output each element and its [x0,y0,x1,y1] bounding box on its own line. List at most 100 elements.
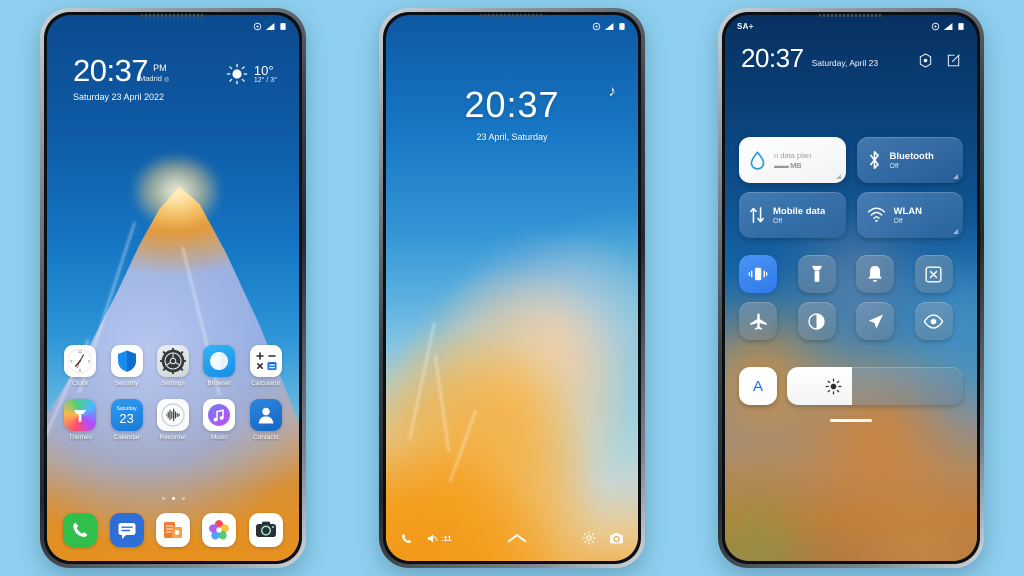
phone-icon[interactable] [63,513,98,547]
gallery-icon[interactable] [202,513,237,547]
cc-header-actions [918,53,961,71]
mobile-data-icon [750,207,764,223]
app-contacts[interactable]: Contacts [243,399,289,441]
tile-title: n data plan [774,150,812,160]
alarm-icon [592,22,601,30]
settings-gear-icon[interactable] [918,53,933,68]
mute-icon [427,533,438,543]
phone-icon[interactable] [400,532,413,545]
lock-date: 23 April, Saturday [476,132,548,142]
brightness-slider[interactable] [787,367,963,405]
data-drop-icon [750,150,765,170]
mute-count: :11 [441,533,452,543]
messages-icon[interactable] [109,513,144,547]
notes-icon[interactable] [155,513,190,547]
tile-title: WLAN [893,205,923,217]
app-music[interactable]: Music [196,399,242,441]
vibrate-icon [748,267,768,281]
camera-icon[interactable] [609,532,624,545]
home-clock-widget[interactable]: 20:37 PM Madrid ◎ Saturday 23 April 2022 [73,55,169,102]
app-label: Browser [207,380,232,387]
app-clock[interactable]: 12 3 6 9 Clock [57,345,103,387]
themes-icon [64,399,97,431]
tile-sub: ▬▬ MB [774,160,802,170]
tile-data-plan[interactable]: n data plan ▬▬ MB [739,137,846,183]
tile-wlan[interactable]: WLAN Off [856,192,963,238]
page-dot-active [171,497,175,500]
home-date: Saturday 23 April 2022 [73,92,165,102]
phone-lock: ♪ 20:37 23 April, Saturday :11 [379,8,645,568]
tile-sub: Off [773,217,783,225]
cc-toggles [739,255,963,340]
toggle-ringer[interactable] [856,255,894,293]
edit-icon[interactable] [946,53,961,68]
home-dock [57,513,289,547]
phone-lock-bezel: ♪ 20:37 23 April, Saturday :11 [383,12,641,564]
auto-brightness-label: A [752,377,763,395]
svg-text:12: 12 [78,350,82,354]
home-city: Madrid ◎ [139,74,170,83]
auto-brightness-icon[interactable]: A [739,367,777,405]
app-themes[interactable]: Themes [57,399,103,441]
battery-icon [619,22,625,30]
phone-control-center: SA+ 20:37 Saturday, April 23 n data plan… [718,8,984,568]
tile-expand-corner[interactable] [953,174,958,179]
lock-bottom-bar: :11 [386,525,638,551]
phone-home: ' 20:37 PM Madrid ◎ Saturday 23 April 202… [40,8,306,568]
wlan-icon [867,207,885,222]
signal-icon: ' [265,22,275,30]
gear-icon[interactable] [582,531,596,545]
calculator-icon [249,345,282,377]
lock-time: 20:37 [464,84,560,125]
app-settings[interactable]: Settings [150,345,196,387]
earpiece-speaker [480,14,544,17]
recorder-icon [156,399,189,431]
tile-expand-corner[interactable] [835,174,841,179]
toggle-screenshot[interactable] [914,255,953,293]
app-calculator[interactable]: Calculator [243,345,289,387]
app-label: Recorder [159,434,187,441]
app-label: Calendar [113,434,140,441]
app-browser[interactable]: Browser [196,345,242,387]
brightness-icon [825,378,842,394]
toggle-location[interactable] [856,302,894,340]
mute-indicator[interactable]: :11 [426,532,451,545]
svg-text:3: 3 [88,359,90,363]
alarm-icon [253,22,262,30]
toggle-airplane[interactable] [739,302,777,340]
page-indicator[interactable] [47,497,299,500]
app-label: Themes [68,434,92,441]
toggle-vibrate[interactable] [739,255,777,293]
app-security[interactable]: Security [103,345,149,387]
tile-sub: Off [889,162,899,170]
calendar-day: 23 [119,411,134,427]
clock-icon: 12 3 6 9 [64,345,97,377]
cc-tiles: n data plan ▬▬ MB Bluetooth Off Mobile d… [739,137,963,238]
bluetooth-icon [869,151,879,169]
tile-bluetooth[interactable]: Bluetooth Off [856,137,963,183]
svg-text:': ' [265,22,266,26]
tile-expand-corner[interactable] [953,229,958,234]
phone-cc-bezel: SA+ 20:37 Saturday, April 23 n data plan… [722,12,980,564]
cc-time: 20:37 [741,43,804,73]
svg-text:9: 9 [70,359,72,363]
camera-icon[interactable] [248,513,283,547]
app-label: Contacts [252,434,279,441]
alarm-icon [931,22,940,30]
app-calendar[interactable]: Saturday 23 Calendar [103,399,149,441]
chevron-up-icon[interactable] [507,532,527,544]
screenshot-icon [925,265,942,283]
app-recorder[interactable]: Recorder [150,399,196,441]
tile-mobile-data[interactable]: Mobile data Off [739,192,846,238]
battery-icon [958,22,964,30]
earpiece-speaker [141,14,205,17]
home-weather-widget[interactable]: 10° 12° / 3° [226,63,277,85]
battery-icon [280,22,286,30]
toggle-flashlight[interactable] [797,255,836,293]
home-ampm: PM [153,63,167,73]
signal-icon [604,22,614,30]
toggle-eye-comfort[interactable] [914,302,953,340]
cc-header: 20:37 Saturday, April 23 [725,45,977,71]
toggle-dark-mode[interactable] [797,302,836,340]
drag-handle[interactable] [830,419,872,422]
